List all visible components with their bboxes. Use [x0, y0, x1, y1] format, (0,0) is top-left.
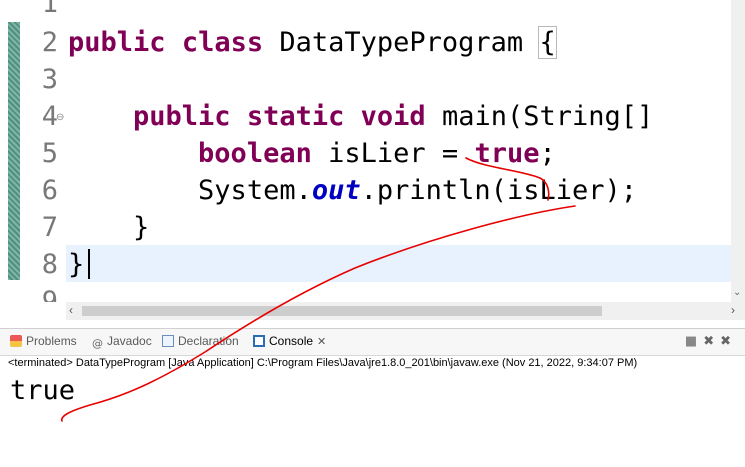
tab-label: Problems [26, 334, 77, 348]
remove-all-icon[interactable]: ✖ [720, 334, 737, 349]
tab-problems[interactable]: Problems [10, 334, 77, 348]
keyword: boolean [198, 138, 312, 169]
tab-javadoc[interactable]: @ Javadoc [92, 334, 152, 350]
vertical-scrollbar[interactable]: ⌄ [731, 0, 745, 302]
variable: isLier [328, 138, 426, 169]
console-icon [253, 335, 265, 347]
keyword: public [133, 101, 231, 132]
tab-declaration[interactable]: Declaration [162, 334, 239, 348]
static-field: out [311, 175, 361, 206]
variable: isLier [506, 175, 605, 206]
at-icon: @ [92, 337, 103, 350]
brace: } [68, 249, 85, 280]
code-line-7[interactable]: } [68, 209, 149, 246]
remove-launch-icon[interactable]: ✖ [703, 334, 720, 349]
tab-label: Javadoc [107, 334, 152, 348]
keyword: static [246, 101, 345, 132]
console-output[interactable]: true [10, 374, 75, 408]
line-number: 2 [41, 27, 58, 58]
code-line-4[interactable]: public static void main(String[] [68, 98, 653, 135]
chevron-down-icon[interactable]: ⌄ [733, 287, 741, 298]
stop-icon[interactable]: ■ [685, 334, 703, 349]
line-number: 6 [41, 175, 58, 206]
line-number: 3 [41, 64, 58, 95]
code-editor[interactable]: 1 2 3 4 5 6 7 8 9 ⊖ public class DataTyp… [0, 0, 745, 302]
views-tab-bar: Problems @ Javadoc Declaration Console ✕ ■… [0, 328, 745, 356]
class-ref: System. [198, 175, 312, 206]
method-call: .println( [360, 175, 507, 206]
code-line-8[interactable]: } [68, 246, 84, 283]
keyword: public [68, 27, 166, 58]
operator: = [441, 138, 459, 169]
class-name: DataTypeProgram [279, 27, 524, 58]
text-caret [88, 249, 90, 279]
tab-console[interactable]: Console ✕ [253, 334, 326, 348]
line-number: 5 [41, 138, 58, 169]
keyword: void [360, 101, 426, 132]
keyword: true [474, 138, 540, 169]
collapse-icon[interactable]: ⊖ [56, 112, 64, 123]
line-number: 8 [41, 249, 58, 280]
line-number: 9 [41, 286, 58, 302]
line-number: 1 [41, 0, 58, 19]
chevron-right-icon[interactable]: › [731, 303, 735, 317]
code-line-6[interactable]: System.out.println(isLier); [68, 172, 637, 209]
quick-diff-bar [8, 22, 20, 280]
semicolon: ; [539, 138, 556, 169]
horizontal-scrollbar[interactable]: ‹ › [66, 302, 745, 320]
brace: { [538, 26, 557, 59]
current-line-highlight [66, 245, 745, 282]
call-end: ); [604, 175, 637, 206]
code-line-2[interactable]: public class DataTypeProgram { [68, 24, 557, 61]
tab-label: Declaration [178, 334, 239, 348]
problems-icon [10, 335, 22, 347]
scrollbar-thumb[interactable] [82, 306, 602, 316]
method-signature: main(String[] [441, 101, 654, 132]
console-process-label: <terminated> DataTypeProgram [Java Appli… [8, 357, 638, 369]
line-number: 4 [41, 101, 58, 132]
close-icon[interactable]: ✕ [317, 336, 326, 348]
console-toolbar: ■✖✖ [685, 334, 737, 349]
tab-label: Console [269, 334, 314, 348]
line-number: 7 [41, 212, 58, 243]
chevron-left-icon[interactable]: ‹ [69, 303, 73, 317]
declaration-icon [162, 335, 174, 347]
keyword: class [181, 27, 264, 58]
brace: } [133, 212, 150, 243]
line-number-gutter: 1 2 3 4 5 6 7 8 9 ⊖ [0, 0, 66, 302]
code-line-5[interactable]: boolean isLier = true; [68, 135, 556, 172]
